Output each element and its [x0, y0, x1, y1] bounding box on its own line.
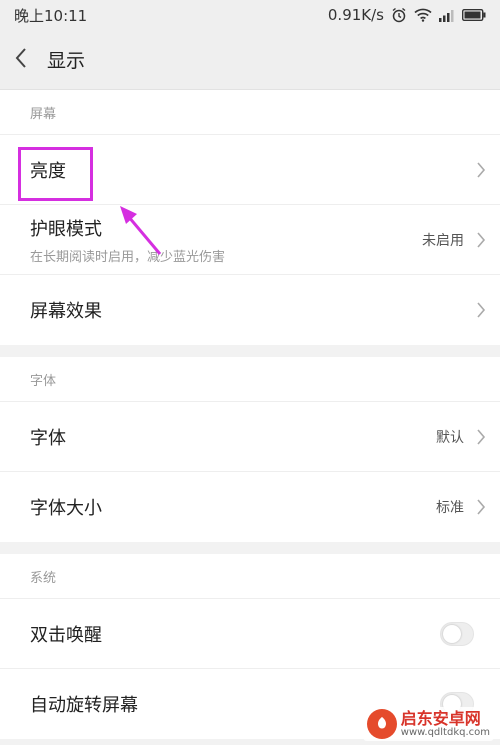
- font-label: 字体: [30, 427, 66, 449]
- wifi-icon: [414, 8, 432, 22]
- screen-effect-label: 屏幕效果: [30, 301, 102, 322]
- brightness-label: 亮度: [30, 160, 66, 182]
- font-value: 默认: [436, 429, 464, 446]
- status-bar: 晚上10:11 0.91K/s: [0, 0, 500, 30]
- watermark: 启东安卓网 www.qdltdkq.com: [362, 707, 494, 741]
- section-header-screen: 屏幕: [0, 90, 500, 135]
- font-size-row[interactable]: 字体大小 标准: [0, 472, 500, 542]
- eye-mode-label: 护眼模式: [30, 218, 102, 240]
- double-tap-label: 双击唤醒: [30, 624, 102, 646]
- status-time: 晚上10:11: [14, 6, 88, 25]
- section-header-system: 系统: [0, 554, 500, 599]
- eye-mode-description: 在长期阅读时启用，减少蓝光伤害: [30, 249, 226, 265]
- section-gap: [0, 542, 500, 554]
- double-tap-row[interactable]: 双击唤醒: [0, 599, 500, 669]
- chevron-right-icon: [476, 231, 486, 249]
- status-right: 0.91K/s: [328, 6, 486, 24]
- screen-section: 屏幕 亮度 护眼模式 在长期阅读时启用，减少蓝光伤害 未启用 屏幕效果: [0, 90, 500, 345]
- toggle-knob: [443, 624, 461, 643]
- chevron-right-icon: [476, 301, 486, 319]
- title-bar: 显示: [0, 30, 500, 90]
- auto-rotate-label: 自动旋转屏幕: [30, 695, 138, 716]
- section-gap: [0, 345, 500, 357]
- chevron-right-icon: [476, 428, 486, 446]
- watermark-url: www.qdltdkq.com: [400, 727, 490, 739]
- signal-icon: [439, 9, 455, 22]
- back-button[interactable]: [14, 40, 40, 80]
- section-header-font: 字体: [0, 357, 500, 402]
- brightness-row[interactable]: 亮度: [0, 135, 500, 205]
- chevron-right-icon: [476, 161, 486, 179]
- eye-mode-row[interactable]: 护眼模式 在长期阅读时启用，减少蓝光伤害 未启用: [0, 205, 500, 275]
- battery-icon: [462, 9, 486, 21]
- font-size-value: 标准: [436, 500, 464, 516]
- network-speed: 0.91K/s: [327, 6, 384, 24]
- screen-effect-row[interactable]: 屏幕效果: [0, 275, 500, 345]
- chevron-right-icon: [476, 498, 486, 516]
- page-title: 显示: [47, 50, 86, 72]
- eye-mode-value: 未启用: [422, 232, 464, 249]
- font-size-label: 字体大小: [30, 498, 102, 519]
- font-row[interactable]: 字体 默认: [0, 402, 500, 472]
- watermark-logo-icon: [366, 709, 397, 739]
- chevron-left-icon: [14, 47, 28, 73]
- watermark-name: 启东安卓网: [400, 708, 481, 728]
- alarm-clock-icon: [391, 7, 407, 23]
- font-section: 字体 字体 默认 字体大小 标准: [0, 357, 500, 542]
- double-tap-toggle[interactable]: [440, 621, 474, 646]
